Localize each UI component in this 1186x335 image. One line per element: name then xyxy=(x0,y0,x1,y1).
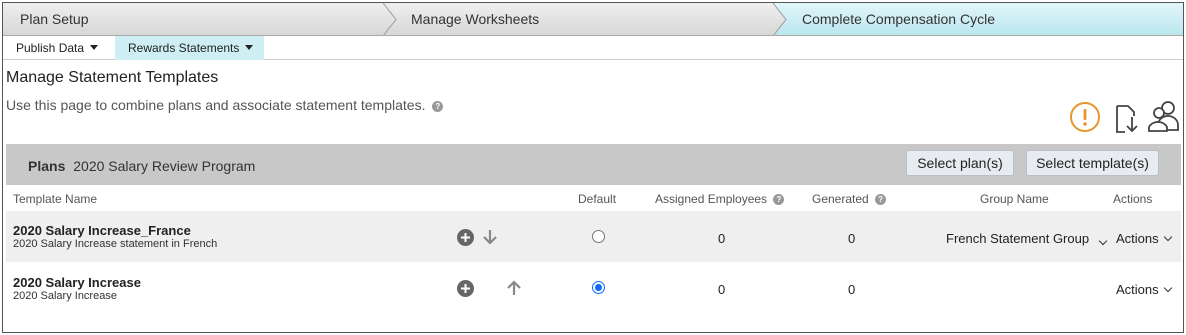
page-title: Manage Statement Templates xyxy=(6,69,219,86)
step-manage-worksheets-label: Manage Worksheets xyxy=(411,11,540,27)
actions-menu[interactable]: Actions xyxy=(1116,282,1172,297)
tab-rewards-statements[interactable]: Rewards Statements xyxy=(115,36,264,60)
col-header-generated: Generated ? xyxy=(812,192,887,206)
caret-down-icon xyxy=(90,45,99,50)
arrow-up-icon[interactable] xyxy=(506,279,522,300)
assigned-employees-value: 0 xyxy=(718,231,726,246)
tab-publish-data[interactable]: Publish Data xyxy=(3,36,115,60)
template-name: 2020 Salary Increase_France xyxy=(13,223,191,238)
plans-bar: Plans 2020 Salary Review Program Select … xyxy=(6,144,1181,185)
warning-icon[interactable] xyxy=(1069,101,1101,136)
page-description-text: Use this page to combine plans and assoc… xyxy=(6,97,426,113)
add-icon[interactable] xyxy=(457,280,474,300)
generated-value: 0 xyxy=(848,282,856,297)
plan-program-name: 2020 Salary Review Program xyxy=(73,158,256,174)
plans-heading: Plans xyxy=(28,158,66,174)
main-frame: Plan Setup Manage Worksheets Complete Co… xyxy=(2,2,1184,333)
col-header-group-name: Group Name xyxy=(980,192,1049,206)
default-radio[interactable] xyxy=(592,281,605,294)
help-icon[interactable]: ? xyxy=(875,194,887,205)
step-plan-setup[interactable]: Plan Setup xyxy=(3,3,383,36)
step-plan-setup-label: Plan Setup xyxy=(20,11,89,27)
col-header-actions: Actions xyxy=(1113,192,1153,206)
col-header-template-name: Template Name xyxy=(13,192,98,206)
step-complete-compensation-cycle[interactable]: Complete Compensation Cycle xyxy=(773,3,1183,36)
table-row: 2020 Salary Increase_France 2020 Salary … xyxy=(6,211,1181,262)
col-header-default: Default xyxy=(578,192,617,206)
actions-menu[interactable]: Actions xyxy=(1116,231,1172,246)
template-description: 2020 Salary Increase xyxy=(13,290,117,302)
group-name-value: French Statement Group xyxy=(946,231,1090,246)
step-complete-cycle-label: Complete Compensation Cycle xyxy=(802,11,995,27)
tab-publish-data-label: Publish Data xyxy=(16,41,85,55)
plans-label: Plans 2020 Salary Review Program xyxy=(28,158,255,174)
actions-label: Actions xyxy=(1116,231,1159,246)
template-name: 2020 Salary Increase xyxy=(13,275,141,290)
select-templates-button[interactable]: Select template(s) xyxy=(1026,150,1159,176)
group-dropdown-chevron[interactable] xyxy=(1094,235,1108,250)
col-header-assigned-label: Assigned Employees xyxy=(655,192,768,206)
subtab-bar: Publish Data Rewards Statements xyxy=(3,36,1183,60)
download-document-icon[interactable] xyxy=(1108,103,1140,138)
generated-value: 0 xyxy=(848,231,856,246)
tab-rewards-statements-label: Rewards Statements xyxy=(128,41,240,55)
help-icon[interactable]: ? xyxy=(773,194,785,205)
caret-down-icon xyxy=(245,45,254,50)
col-header-generated-label: Generated xyxy=(812,192,869,206)
template-name-cell: 2020 Salary Increase 2020 Salary Increas… xyxy=(13,275,141,302)
chevron-down-icon xyxy=(1098,236,1108,246)
default-radio[interactable] xyxy=(592,230,605,243)
template-name-cell: 2020 Salary Increase_France 2020 Salary … xyxy=(13,223,217,250)
add-icon[interactable] xyxy=(457,229,474,249)
assigned-employees-value: 0 xyxy=(718,282,726,297)
table-row: 2020 Salary Increase 2020 Salary Increas… xyxy=(6,262,1181,313)
col-header-assigned-employees: Assigned Employees ? xyxy=(655,192,785,206)
chevron-down-icon xyxy=(1163,232,1172,242)
template-description: 2020 Salary Increase statement in French xyxy=(13,238,218,250)
actions-label: Actions xyxy=(1116,282,1159,297)
process-stepper: Plan Setup Manage Worksheets Complete Co… xyxy=(3,3,1183,36)
users-icon[interactable] xyxy=(1147,99,1183,136)
arrow-down-icon[interactable] xyxy=(482,228,498,249)
page-description: Use this page to combine plans and assoc… xyxy=(6,97,444,113)
select-plans-button[interactable]: Select plan(s) xyxy=(906,150,1014,176)
help-icon[interactable]: ? xyxy=(432,101,444,112)
step-manage-worksheets[interactable]: Manage Worksheets xyxy=(383,3,773,36)
chevron-down-icon xyxy=(1163,283,1172,293)
